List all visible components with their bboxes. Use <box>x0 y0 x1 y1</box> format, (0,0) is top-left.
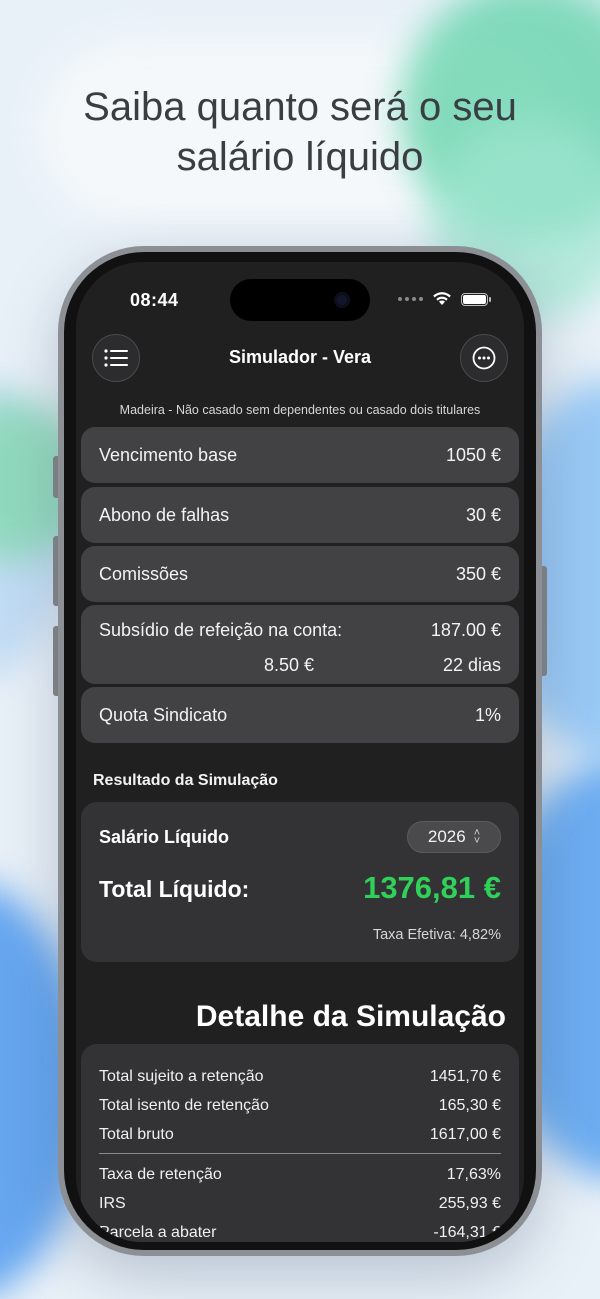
detail-value: 255,93 € <box>438 1194 501 1212</box>
detail-value: -164,31 € <box>433 1223 501 1241</box>
detail-label: IRS <box>99 1194 126 1212</box>
detail-value: 17,63% <box>446 1165 501 1183</box>
status-time: 08:44 <box>130 290 179 310</box>
wifi-icon <box>433 292 451 305</box>
input-value: 187.00 € <box>430 620 501 640</box>
result-card: Salário Líquido 2026 ˄ ˅ Total Líquido: 1… <box>81 802 519 962</box>
navigation-bar: Simulador - Vera <box>76 332 524 384</box>
year-picker[interactable]: 2026 ˄ ˅ <box>407 821 501 853</box>
camera-icon <box>334 292 350 308</box>
detail-row: Total isento de retenção 165,30 € <box>99 1091 501 1120</box>
detail-title: Detalhe da Simulação <box>195 1000 506 1033</box>
detail-row: Taxa de retenção 17,63% <box>99 1160 501 1189</box>
detail-label: Parcela a abater <box>99 1223 217 1241</box>
detail-label: Total sujeito a retenção <box>99 1067 264 1085</box>
meal-price-input[interactable]: 8.50 € <box>264 655 314 676</box>
app-screen: 08:44 Simulador - Vera Madeira - Não cas… <box>76 262 524 1242</box>
divider <box>99 1153 501 1154</box>
input-label: Subsídio de refeição na conta: <box>99 620 343 640</box>
dynamic-island <box>230 279 370 321</box>
profile-subtitle: Madeira - Não casado sem dependentes ou … <box>119 403 481 417</box>
input-value[interactable]: 1% <box>475 705 501 726</box>
detail-row: Parcela a abater -164,31 € <box>99 1218 501 1242</box>
result-section-title: Resultado da Simulação <box>93 772 278 789</box>
total-label: Total Líquido: <box>99 876 250 902</box>
effective-rate: Taxa Efetiva: 4,82% <box>372 927 501 943</box>
input-row-abono[interactable]: Abono de falhas 30 € <box>81 487 519 543</box>
detail-card: Total sujeito a retenção 1451,70 € Total… <box>81 1044 519 1242</box>
ellipsis-circle-icon <box>472 346 496 370</box>
more-options-button[interactable] <box>460 334 508 382</box>
headline-line-2: salário líquido <box>176 135 424 179</box>
input-label: Quota Sindicato <box>99 704 228 725</box>
battery-icon <box>461 292 491 306</box>
chevron-up-down-icon: ˄ ˅ <box>473 827 481 847</box>
meal-days-input[interactable]: 22 dias <box>443 655 501 676</box>
total-value: 1376,81 € <box>363 870 501 905</box>
input-row-vencimento[interactable]: Vencimento base 1050 € <box>81 427 519 483</box>
detail-value: 1451,70 € <box>429 1067 501 1085</box>
input-label: Abono de falhas <box>99 504 230 525</box>
status-bar: 08:44 <box>76 262 524 332</box>
input-row-quota[interactable]: Quota Sindicato 1% <box>81 687 519 743</box>
promo-headline: Saiba quanto será o seu salário líquido <box>0 82 600 182</box>
detail-row: Total bruto 1617,00 € <box>99 1120 501 1149</box>
headline-line-1: Saiba quanto será o seu <box>83 85 517 129</box>
detail-label: Total bruto <box>99 1125 174 1143</box>
input-label: Vencimento base <box>99 444 238 465</box>
detail-value: 1617,00 € <box>429 1125 501 1143</box>
detail-row: Total sujeito a retenção 1451,70 € <box>99 1062 501 1091</box>
input-label: Comissões <box>99 563 189 584</box>
input-row-subsidio[interactable]: Subsídio de refeição na conta: 187.00 € … <box>81 605 519 684</box>
input-row-comissoes[interactable]: Comissões 350 € <box>81 546 519 602</box>
input-value[interactable]: 1050 € <box>446 445 501 466</box>
detail-row: IRS 255,93 € <box>99 1189 501 1218</box>
signal-icon <box>398 297 423 301</box>
page-title: Simulador - Vera <box>228 347 372 367</box>
detail-label: Total isento de retenção <box>99 1096 269 1114</box>
net-salary-label: Salário Líquido <box>99 827 230 847</box>
detail-label: Taxa de retenção <box>99 1165 222 1183</box>
detail-value: 165,30 € <box>438 1096 501 1114</box>
input-value[interactable]: 350 € <box>456 564 501 585</box>
input-value[interactable]: 30 € <box>466 505 501 526</box>
year-value: 2026 <box>427 827 466 846</box>
